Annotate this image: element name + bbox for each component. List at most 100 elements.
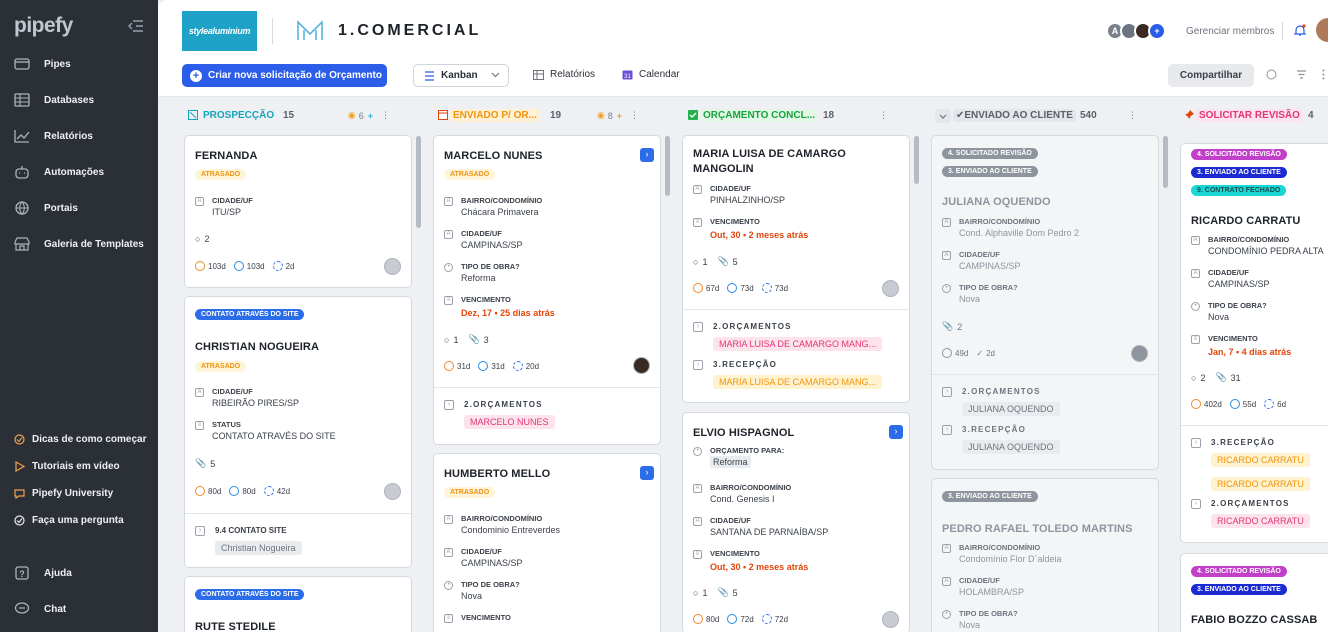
view-selector[interactable]: Kanban	[413, 64, 509, 87]
svg-text:?: ?	[19, 569, 25, 579]
avatar[interactable]	[882, 280, 899, 297]
sidebar-help-dicas[interactable]: Dicas de como começar	[14, 431, 147, 447]
calendar-icon: ≡	[444, 296, 453, 305]
open-card-icon[interactable]: ›	[640, 466, 654, 480]
view-label: Kanban	[441, 70, 478, 81]
share-button[interactable]: Compartilhar	[1168, 64, 1254, 87]
sidebar-help-university[interactable]: Pipefy University	[14, 485, 113, 501]
add-card-icon[interactable]: +	[617, 111, 622, 121]
bell-icon[interactable]	[1294, 24, 1306, 37]
open-card-icon[interactable]: ›	[640, 148, 654, 162]
card[interactable]: › ELVIO HISPAGNOL • ORÇAMENTO PARA: Reform…	[682, 412, 910, 632]
column-count: 15	[283, 110, 295, 121]
wip-icon: ◉	[347, 110, 356, 120]
attachment-count: 3	[483, 334, 489, 345]
card-title: RICARDO CARRATU	[1191, 215, 1301, 227]
connected-card-chip[interactable]: JULIANA OQUENDO	[962, 440, 1060, 454]
clock-icon	[693, 614, 703, 624]
column-header: PROSPECÇÃO 15 ◉ 6 + ⋮	[158, 98, 396, 134]
text-field-icon: A	[693, 484, 702, 493]
sidebar-help-pergunta[interactable]: Faça uma pergunta	[14, 512, 124, 528]
sidebar-chat[interactable]: Chat	[14, 600, 66, 618]
text-field-icon: A	[1191, 236, 1200, 245]
column-prospeccao: PROSPECÇÃO 15 ◉ 6 + ⋮ FERNANDA ATRASADO A CI…	[158, 98, 421, 632]
field-label: CIDADE/UF	[461, 547, 502, 556]
card-title: RUTE STEDILE	[195, 621, 276, 632]
sidebar-item-portais[interactable]: Portais	[14, 199, 78, 217]
folder-icon	[14, 57, 32, 71]
column-menu-icon[interactable]: ⋮	[381, 110, 390, 121]
connected-card-chip[interactable]: RICARDO CARRATU	[1211, 453, 1310, 467]
collapse-sidebar-icon[interactable]	[128, 20, 144, 32]
card[interactable]: CONTATO ATRAVÉS DO SITE RUTE STEDILE	[184, 576, 412, 632]
label-badge: 3. ENVIADO AO CLIENTE	[1191, 167, 1287, 178]
add-member-icon[interactable]: +	[1148, 22, 1166, 40]
text-field-icon: A	[195, 197, 204, 206]
field-label: CIDADE/UF	[959, 576, 1000, 585]
text-field-icon: A	[1191, 269, 1200, 278]
calendar-link[interactable]: 31 Calendar	[622, 69, 680, 80]
late-badge: ATRASADO	[195, 361, 247, 372]
comment-count: 1	[453, 334, 459, 345]
member-avatars[interactable]: A +	[1106, 22, 1166, 40]
label-badge: 3. ENVIADO AO CLIENTE	[1191, 584, 1287, 595]
column-menu-icon[interactable]: ⋮	[879, 110, 888, 121]
sidebar-ajuda[interactable]: ? Ajuda	[14, 564, 72, 582]
card[interactable]: FERNANDA ATRASADO A CIDADE/UF ITU/SP ○ 2 10…	[184, 135, 412, 288]
more-icon[interactable]	[1322, 69, 1325, 80]
due-date-value: Out, 30 • 2 meses atrás	[710, 562, 809, 572]
avatar[interactable]	[384, 258, 401, 275]
card[interactable]: 4. SOLICITADO REVISÃO 3. ENVIADO AO CLIE…	[931, 135, 1159, 470]
column-title[interactable]: ENVIADO P/ OR...	[450, 109, 540, 122]
field-value: Reforma	[710, 456, 751, 468]
comment-icon[interactable]	[1266, 69, 1277, 80]
column-title[interactable]: SOLICITAR REVISÃO	[1196, 109, 1303, 122]
connected-card-chip[interactable]: RICARDO CARRATU	[1211, 477, 1310, 491]
avatar[interactable]	[1131, 345, 1148, 362]
column-menu-icon[interactable]: ⋮	[630, 110, 639, 121]
column-menu-icon[interactable]: ⋮	[1128, 110, 1137, 121]
column-title[interactable]: ORÇAMENTO CONCL...	[700, 109, 819, 122]
chevron-down-icon[interactable]	[935, 109, 951, 123]
connected-card-chip[interactable]: MARIA LUISA DE CAMARGO MANG...	[713, 337, 883, 351]
filter-icon[interactable]	[1296, 69, 1307, 80]
field-label: CIDADE/UF	[710, 184, 751, 193]
add-card-icon[interactable]: +	[368, 111, 373, 121]
divider	[1181, 425, 1328, 426]
avatar[interactable]	[633, 357, 650, 374]
card[interactable]: › HUMBERTO MELLO ATRASADO A BAIRRO/CONDOM…	[433, 453, 661, 632]
radio-icon: •	[444, 263, 453, 272]
sidebar-item-relatorios[interactable]: Relatórios	[14, 127, 93, 145]
avatar[interactable]	[384, 483, 401, 500]
sidebar-help-tutoriais[interactable]: Tutoriais em vídeo	[14, 458, 120, 474]
open-card-icon[interactable]: ›	[889, 425, 903, 439]
pipefy-logo[interactable]: pipefy	[14, 14, 73, 38]
column-title[interactable]: ✔ENVIADO AO CLIENTE	[953, 109, 1076, 122]
card[interactable]: CONTATO ATRAVÉS DO SITE CHRISTIAN NOGUEI…	[184, 296, 412, 568]
timer-value: 31d	[457, 361, 471, 371]
card[interactable]: MARIA LUISA DE CAMARGO MANGOLIN A CIDADE/…	[682, 135, 910, 403]
connected-card-chip[interactable]: Christian Nogueira	[215, 541, 302, 555]
card[interactable]: 3. ENVIADO AO CLIENTE PEDRO RAFAEL TOLED…	[931, 478, 1159, 632]
connected-card-chip[interactable]: MARCELO NUNES	[464, 415, 555, 429]
card[interactable]: › MARCELO NUNES ATRASADO A BAIRRO/CONDOMÍ…	[433, 135, 661, 445]
field-value: Condominio Entreverdes	[461, 525, 561, 535]
table-icon	[533, 69, 544, 80]
card[interactable]: 4. SOLICITADO REVISÃO 3. ENVIADO AO CLIE…	[1180, 143, 1328, 543]
reports-link[interactable]: Relatórios	[533, 69, 595, 80]
sidebar-item-databases[interactable]: Databases	[14, 91, 94, 109]
timer-value: 402d	[1204, 399, 1222, 409]
sidebar-item-automacoes[interactable]: Automações	[14, 163, 104, 181]
card[interactable]: 4. SOLICITADO REVISÃO 3. ENVIADO AO CLIE…	[1180, 553, 1328, 632]
column-title[interactable]: PROSPECÇÃO	[200, 109, 277, 122]
connection-icon: ›	[1191, 438, 1201, 448]
sidebar-item-galeria[interactable]: Galeria de Templates	[14, 235, 144, 253]
user-avatar[interactable]	[1316, 18, 1328, 42]
sidebar-item-pipes[interactable]: Pipes	[14, 55, 71, 73]
connected-card-chip[interactable]: MARIA LUISA DE CAMARGO MANG...	[713, 375, 883, 389]
create-request-button[interactable]: + Criar nova solicitação de Orçamento	[182, 64, 387, 87]
connected-card-chip[interactable]: RICARDO CARRATU	[1211, 514, 1310, 528]
connected-card-chip[interactable]: JULIANA OQUENDO	[962, 402, 1060, 416]
avatar[interactable]	[882, 611, 899, 628]
manage-members-link[interactable]: Gerenciar membros	[1186, 26, 1274, 37]
